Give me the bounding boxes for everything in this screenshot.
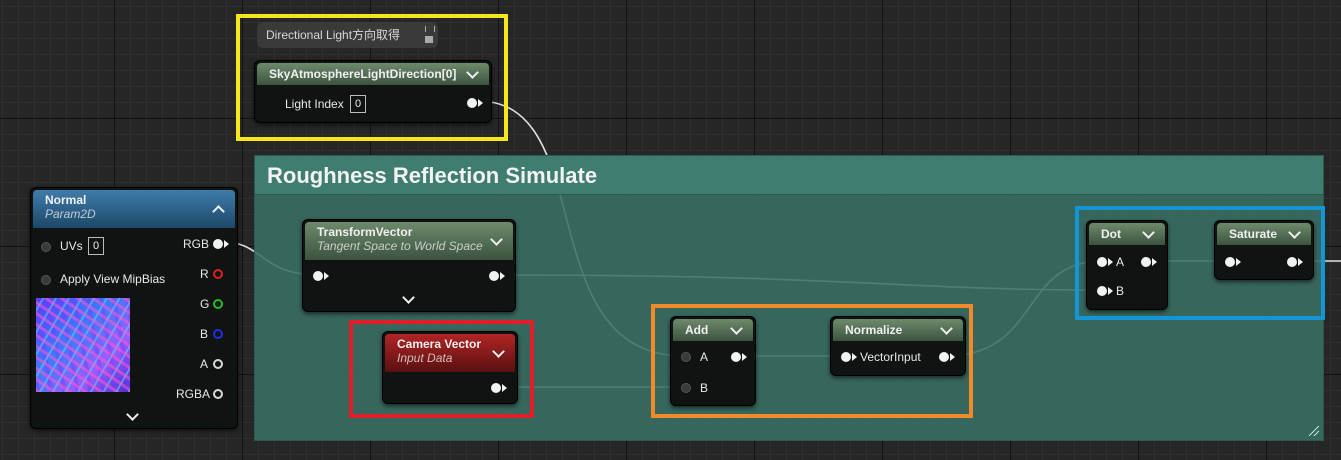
output-label-rgb: RGB [183, 237, 210, 251]
mipbias-label: Apply View MipBias [60, 272, 166, 286]
resize-grip-icon[interactable] [1309, 426, 1319, 436]
output-pin-rgb[interactable] [213, 239, 229, 249]
output-pin[interactable] [489, 271, 505, 281]
node-title: TransformVector [317, 225, 413, 239]
output-pin-rgba[interactable] [213, 389, 223, 399]
output-pin-r[interactable] [213, 269, 223, 279]
output-label-b: B [200, 327, 209, 341]
uvs-input-pin[interactable] [41, 242, 51, 252]
node-subtitle: Tangent Space to World Space [317, 239, 483, 253]
node-transform-vector[interactable]: TransformVector Tangent Space to World S… [302, 219, 516, 312]
output-label-a: A [200, 357, 209, 371]
output-label-rgba: RGBA [176, 387, 211, 401]
output-pin-a[interactable] [213, 359, 223, 369]
output-label-g: G [200, 297, 210, 311]
chevron-down-icon[interactable] [489, 233, 505, 249]
texture-thumbnail [36, 298, 130, 392]
expand-chevron-icon[interactable] [401, 291, 417, 307]
highlight-box-blue [1075, 206, 1325, 320]
highlight-box-orange [651, 304, 973, 418]
output-label-r: R [200, 267, 209, 281]
highlight-box-yellow [236, 14, 508, 141]
highlight-box-red [349, 320, 534, 418]
input-pin[interactable] [313, 271, 329, 281]
node-title: Normal [45, 193, 87, 207]
node-subtitle: Param2D [45, 207, 96, 221]
expand-chevron-icon[interactable] [125, 408, 141, 424]
comment-title: Roughness Reflection Simulate [255, 156, 1323, 195]
node-normal-texture[interactable]: Normal Param2D UVs 0 Apply View MipBias … [30, 187, 238, 429]
mipbias-input-pin[interactable] [41, 275, 51, 285]
uvs-label: UVs [60, 239, 83, 253]
uvs-value[interactable]: 0 [88, 237, 104, 255]
output-pin-g[interactable] [213, 299, 223, 309]
output-pin-b[interactable] [213, 329, 223, 339]
chevron-up-icon[interactable] [211, 201, 227, 217]
